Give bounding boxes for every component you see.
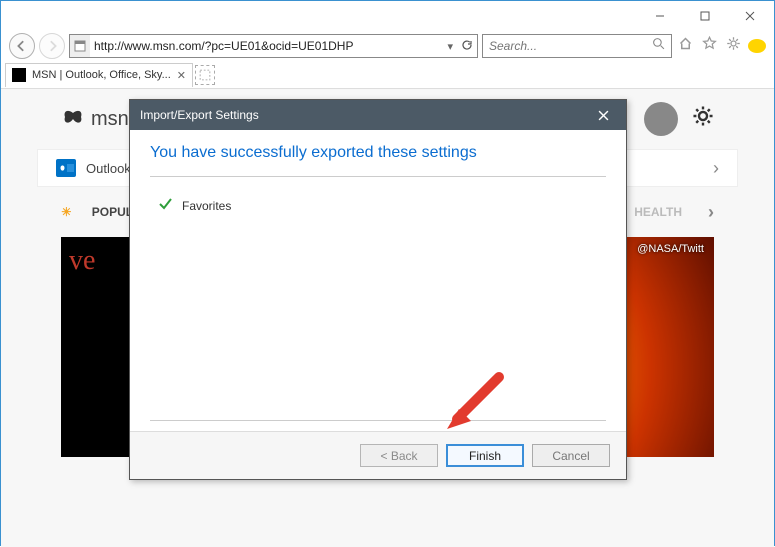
dropdown-icon[interactable]: ▾ — [447, 40, 453, 53]
tab-title: MSN | Outlook, Office, Sky... — [32, 69, 171, 81]
checkmark-icon — [158, 197, 172, 214]
dialog-title-text: Import/Export Settings — [140, 108, 259, 122]
hero-credit: @NASA/Twitt — [637, 243, 704, 255]
import-export-dialog: Import/Export Settings You have successf… — [129, 99, 627, 480]
dialog-footer-divider — [150, 420, 606, 421]
toolbar-icons — [676, 36, 766, 56]
chevron-right-icon[interactable]: › — [713, 158, 719, 179]
exported-item-favorites: Favorites — [150, 177, 606, 220]
browser-toolbar: ▾ — [1, 31, 774, 61]
minimize-button[interactable] — [637, 2, 682, 30]
nav-health[interactable]: HEALTH — [634, 205, 682, 219]
address-bar[interactable]: ▾ — [69, 34, 478, 58]
search-icon[interactable] — [652, 37, 665, 55]
tab-close-icon[interactable]: ✕ — [177, 69, 186, 82]
dialog-titlebar[interactable]: Import/Export Settings — [130, 100, 626, 130]
tools-gear-icon[interactable] — [724, 36, 742, 56]
new-tab-button[interactable] — [195, 65, 215, 85]
msn-logo-text: msn — [91, 108, 129, 131]
cancel-button[interactable]: Cancel — [532, 444, 610, 467]
dialog-heading: You have successfully exported these set… — [150, 144, 606, 162]
url-input[interactable] — [90, 35, 443, 57]
search-input[interactable] — [489, 39, 652, 53]
msn-logo[interactable]: msn — [61, 107, 129, 131]
maximize-button[interactable] — [682, 2, 727, 30]
tab-msn[interactable]: MSN | Outlook, Office, Sky... ✕ — [5, 63, 193, 87]
back-button[interactable] — [9, 33, 35, 59]
window-titlebar — [1, 1, 774, 31]
nav-chevron-icon[interactable]: › — [708, 202, 714, 223]
exported-item-label: Favorites — [182, 199, 231, 213]
butterfly-icon — [61, 107, 85, 131]
outlook-icon — [56, 159, 76, 177]
close-window-button[interactable] — [727, 2, 772, 30]
finish-button[interactable]: Finish — [446, 444, 524, 467]
home-icon[interactable] — [676, 36, 694, 56]
refresh-icon[interactable] — [461, 39, 473, 54]
site-identity-icon[interactable] — [70, 35, 90, 57]
tab-strip: MSN | Outlook, Office, Sky... ✕ — [1, 61, 774, 89]
settings-gear-icon[interactable] — [692, 105, 714, 133]
favorites-star-icon[interactable] — [700, 36, 718, 56]
sun-icon: ☀ — [61, 205, 72, 219]
smiley-icon[interactable] — [748, 39, 766, 53]
search-box[interactable] — [482, 34, 672, 58]
dialog-close-icon[interactable] — [590, 104, 616, 126]
forward-button[interactable] — [39, 33, 65, 59]
tab-favicon — [12, 68, 26, 82]
url-actions: ▾ — [443, 35, 477, 57]
avatar[interactable] — [644, 102, 678, 136]
back-dialog-button: < Back — [360, 444, 438, 467]
dialog-footer: < Back Finish Cancel — [130, 431, 626, 479]
